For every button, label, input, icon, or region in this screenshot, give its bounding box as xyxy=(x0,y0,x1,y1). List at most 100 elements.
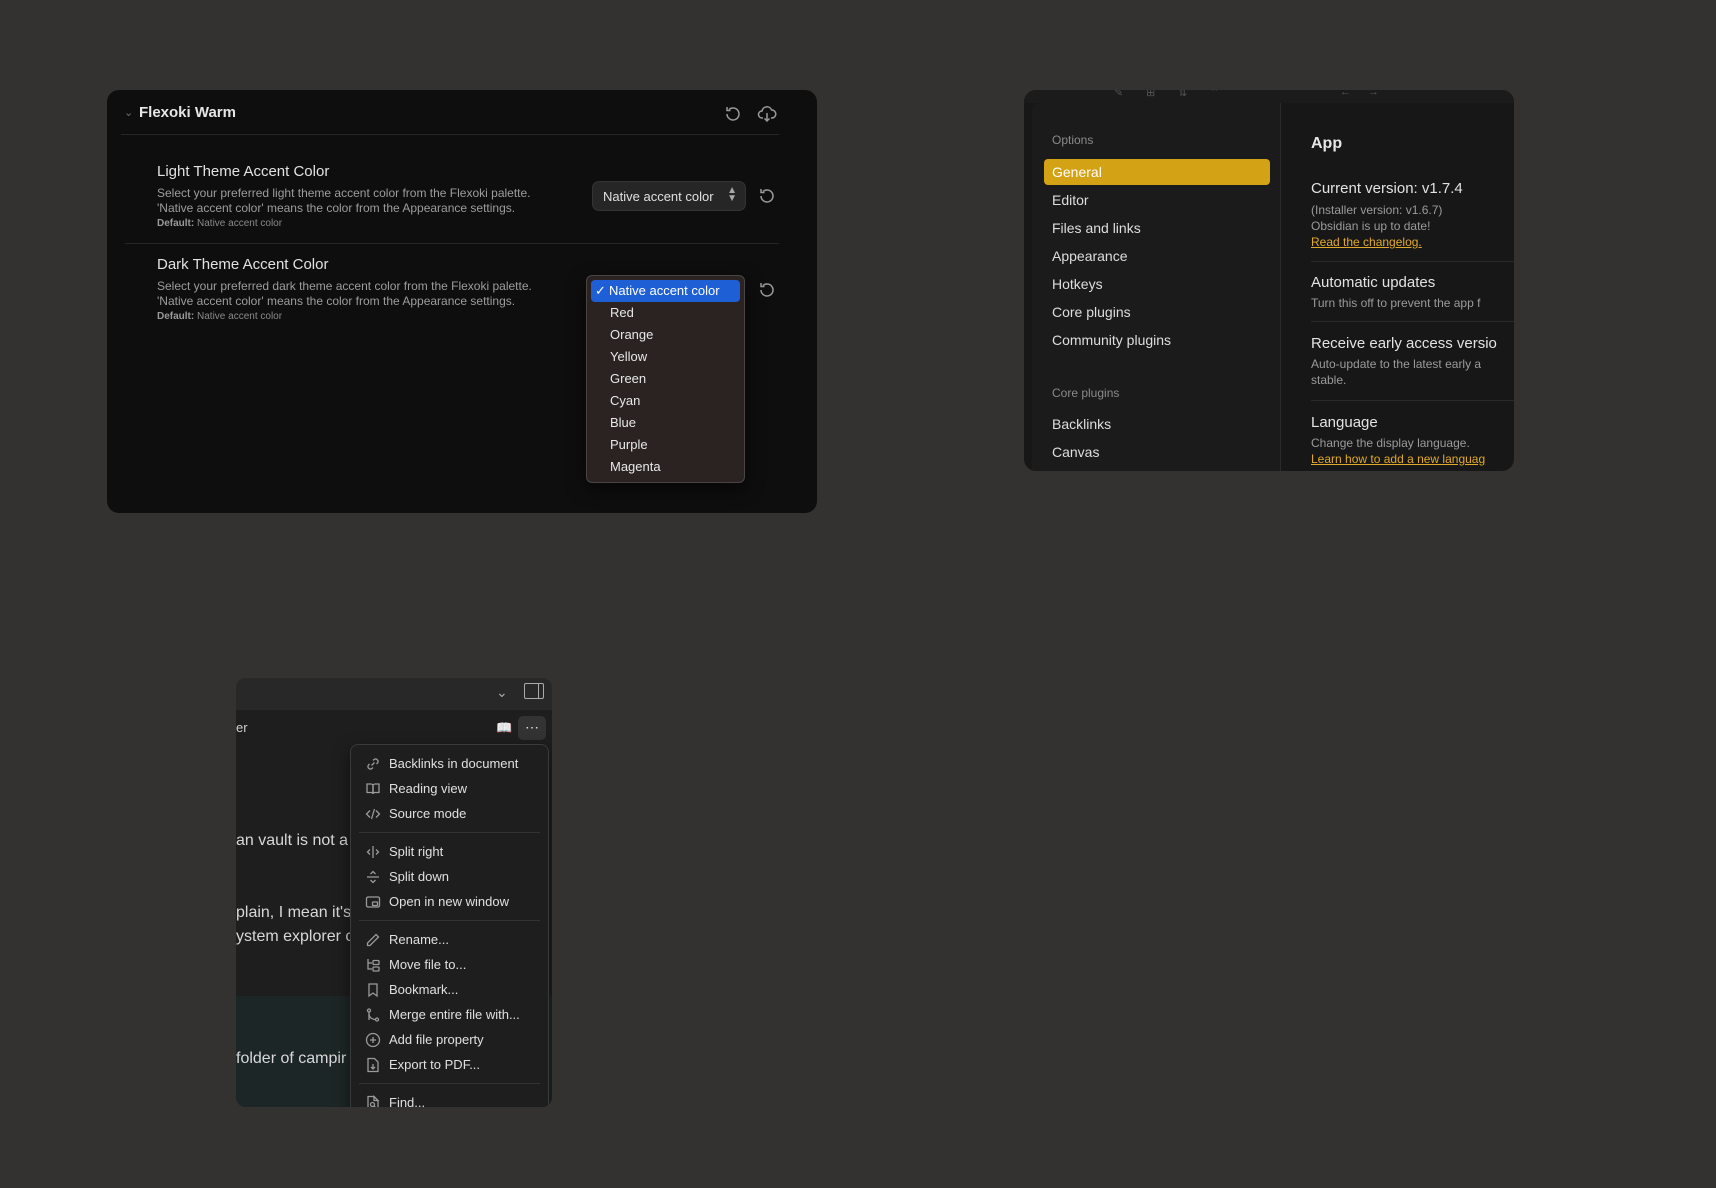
divider xyxy=(1311,261,1514,262)
sidebar-item-files-and-links[interactable]: Files and links xyxy=(1044,215,1270,241)
reset-icon[interactable] xyxy=(757,186,777,206)
back-icon[interactable]: ← xyxy=(1340,90,1351,98)
menu-item-add-property[interactable]: Add file property xyxy=(351,1028,548,1052)
dropdown-option[interactable]: Red xyxy=(587,302,744,324)
divider xyxy=(1311,321,1514,322)
dropdown-option[interactable]: Green xyxy=(587,368,744,390)
menu-item-merge-file[interactable]: Merge entire file with... xyxy=(351,1003,548,1027)
sidebar-item-canvas[interactable]: Canvas xyxy=(1044,439,1270,465)
theme-section-header[interactable]: ⌄ Flexoki Warm xyxy=(121,90,779,135)
light-accent-select[interactable]: Native accent color ▲ ▼ xyxy=(593,182,745,210)
dropdown-option[interactable]: Orange xyxy=(587,324,744,346)
note-text: ystem explorer c xyxy=(236,928,354,945)
new-folder-icon[interactable]: ⊞ xyxy=(1146,90,1155,99)
sort-icon[interactable]: ⇅ xyxy=(1178,90,1187,99)
theme-section-title: Flexoki Warm xyxy=(139,104,236,121)
changelog-link[interactable]: Read the changelog. xyxy=(1311,234,1514,250)
sidebar-item-editor[interactable]: Editor xyxy=(1044,187,1270,213)
dropdown-option[interactable]: Cyan xyxy=(587,390,744,412)
menu-item-move-file[interactable]: Move file to... xyxy=(351,953,548,977)
version-block: Current version: v1.7.4 (Installer versi… xyxy=(1311,180,1514,250)
chevron-down-icon[interactable]: ⌄ xyxy=(496,684,508,701)
sidebar-item-appearance[interactable]: Appearance xyxy=(1044,243,1270,269)
menu-item-rename[interactable]: Rename... xyxy=(351,928,548,952)
settings-sidebar: Options General Editor Files and links A… xyxy=(1032,103,1281,471)
menu-divider xyxy=(359,1083,540,1084)
menu-item-reading-view[interactable]: Reading view xyxy=(351,777,548,801)
note-text: plain, I mean it's xyxy=(236,904,352,921)
reset-icon[interactable] xyxy=(723,104,743,124)
options-heading: Options xyxy=(1052,133,1094,147)
light-accent-default: Default: Native accent color xyxy=(157,218,283,229)
sidebar-item-backlinks[interactable]: Backlinks xyxy=(1044,411,1270,437)
book-open-icon xyxy=(365,781,381,797)
merge-icon xyxy=(365,1007,381,1023)
add-language-link[interactable]: Learn how to add a new languag xyxy=(1311,451,1514,467)
chevron-down-icon[interactable]: ⌄ xyxy=(124,106,133,119)
menu-divider xyxy=(359,832,540,833)
early-access-title: Receive early access versio xyxy=(1311,335,1497,352)
menu-item-bookmark[interactable]: Bookmark... xyxy=(351,978,548,1002)
reset-icon[interactable] xyxy=(757,280,777,300)
dropdown-option[interactable]: Purple xyxy=(587,434,744,456)
plus-circle-icon xyxy=(365,1032,381,1048)
toolbar: ✎ ⊞ ⇅ ⌃ ← → xyxy=(1024,90,1514,103)
checkmark-icon: ✓ xyxy=(595,283,606,298)
core-plugins-heading: Core plugins xyxy=(1052,386,1120,400)
note-text: folder of campir xyxy=(236,1050,347,1067)
move-file-icon xyxy=(365,957,381,973)
menu-item-find[interactable]: Find... xyxy=(351,1091,548,1107)
code-icon xyxy=(365,806,381,822)
note-text: an vault is not a xyxy=(236,832,349,849)
auto-updates-desc: Turn this off to prevent the app f xyxy=(1311,296,1481,310)
more-options-button[interactable]: ⋯ xyxy=(518,716,546,740)
forward-icon[interactable]: → xyxy=(1368,90,1379,98)
pencil-icon xyxy=(365,932,381,948)
language-setting: Language Change the display language. Le… xyxy=(1311,414,1514,467)
divider xyxy=(125,243,779,244)
breadcrumb[interactable]: er xyxy=(236,720,248,735)
menu-item-backlinks[interactable]: Backlinks in document xyxy=(351,752,548,776)
backlinks-icon xyxy=(365,756,381,772)
auto-updates-title: Automatic updates xyxy=(1311,274,1436,291)
menu-divider xyxy=(359,920,540,921)
dropdown-option[interactable]: Magenta xyxy=(587,456,744,478)
language-desc: Change the display language. xyxy=(1311,436,1470,450)
early-access-setting: Receive early access versio Auto-update … xyxy=(1311,335,1514,388)
early-access-desc: Auto-update to the latest early a stable… xyxy=(1311,357,1482,387)
version-title: Current version: v1.7.4 xyxy=(1311,180,1463,197)
dropdown-option[interactable]: Yellow xyxy=(587,346,744,368)
split-down-icon xyxy=(365,869,381,885)
menu-item-export-pdf[interactable]: Export to PDF... xyxy=(351,1053,548,1077)
search-file-icon xyxy=(365,1095,381,1107)
menu-item-open-new-window[interactable]: Open in new window xyxy=(351,890,548,914)
collapse-icon[interactable]: ⌃ xyxy=(1210,90,1219,99)
book-open-icon[interactable]: 📖 xyxy=(496,720,512,736)
sidebar-item-hotkeys[interactable]: Hotkeys xyxy=(1044,271,1270,297)
language-title: Language xyxy=(1311,414,1378,431)
light-accent-name: Light Theme Accent Color xyxy=(157,163,330,180)
dropdown-option[interactable]: ✓ Native accent color xyxy=(591,280,740,302)
page-title: App xyxy=(1311,135,1343,152)
new-note-icon[interactable]: ✎ xyxy=(1114,90,1123,99)
sidebar-item-core-plugins[interactable]: Core plugins xyxy=(1044,299,1270,325)
cloud-download-icon[interactable] xyxy=(757,104,777,124)
sidebar-item-general[interactable]: General xyxy=(1044,159,1270,185)
dark-accent-dropdown[interactable]: ✓ Native accent color Red Orange Yellow G… xyxy=(586,275,745,483)
sidebar-item-community-plugins[interactable]: Community plugins xyxy=(1044,327,1270,353)
dropdown-option[interactable]: Blue xyxy=(587,412,744,434)
sidebar-toggle-icon[interactable] xyxy=(524,683,544,699)
dark-accent-name: Dark Theme Accent Color xyxy=(157,256,329,273)
settings-content: App Current version: v1.7.4 (Installer v… xyxy=(1311,103,1514,471)
menu-item-source-mode[interactable]: Source mode xyxy=(351,802,548,826)
dark-accent-desc: Select your preferred dark theme accent … xyxy=(157,279,532,308)
auto-updates-setting: Automatic updates Turn this off to preve… xyxy=(1311,274,1514,311)
obsidian-settings-panel: ✎ ⊞ ⇅ ⌃ ← → Options General Editor Files… xyxy=(1024,90,1514,471)
menu-item-split-right[interactable]: Split right xyxy=(351,840,548,864)
theme-settings-panel: ⌄ Flexoki Warm Light Theme Accent Color … xyxy=(107,90,817,513)
editor-menu-panel: ⌄ er 📖 ⋯ an vault is not a plain, I mean… xyxy=(236,678,552,1107)
installer-version: (Installer version: v1.6.7) xyxy=(1311,203,1443,217)
export-pdf-icon xyxy=(365,1057,381,1073)
menu-item-split-down[interactable]: Split down xyxy=(351,865,548,889)
tab-bar: ⌄ xyxy=(236,678,552,710)
